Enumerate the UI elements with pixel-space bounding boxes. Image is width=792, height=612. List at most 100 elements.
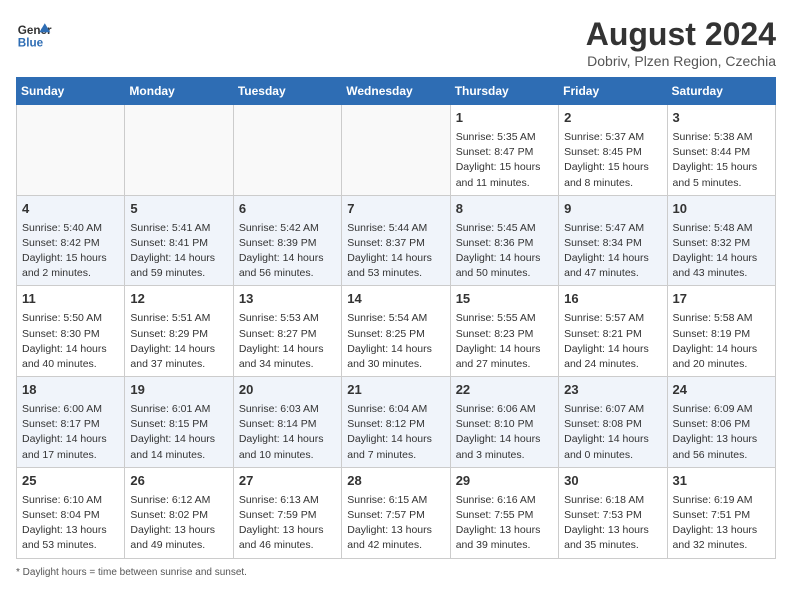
day-header-saturday: Saturday <box>667 78 775 105</box>
calendar-cell: 4 Sunrise: 5:40 AMSunset: 8:42 PMDaylight… <box>17 195 125 286</box>
day-header-sunday: Sunday <box>17 78 125 105</box>
day-number: 6 <box>239 200 336 219</box>
logo-icon: General Blue <box>16 16 52 52</box>
day-number: 30 <box>564 472 661 491</box>
calendar-cell: 16 Sunrise: 5:57 AMSunset: 8:21 PMDayligh… <box>559 286 667 377</box>
day-number: 28 <box>347 472 444 491</box>
calendar-cell: 14 Sunrise: 5:54 AMSunset: 8:25 PMDayligh… <box>342 286 450 377</box>
day-info: Sunrise: 5:37 AMSunset: 8:45 PMDaylight:… <box>564 131 649 189</box>
day-info: Sunrise: 6:07 AMSunset: 8:08 PMDaylight:… <box>564 403 649 461</box>
day-info: Sunrise: 5:55 AMSunset: 8:23 PMDaylight:… <box>456 312 541 370</box>
week-row-3: 11 Sunrise: 5:50 AMSunset: 8:30 PMDayligh… <box>17 286 776 377</box>
day-info: Sunrise: 5:58 AMSunset: 8:19 PMDaylight:… <box>673 312 758 370</box>
day-number: 3 <box>673 109 770 128</box>
day-number: 2 <box>564 109 661 128</box>
calendar-cell: 25 Sunrise: 6:10 AMSunset: 8:04 PMDayligh… <box>17 467 125 558</box>
day-info: Sunrise: 6:10 AMSunset: 8:04 PMDaylight:… <box>22 494 107 552</box>
day-number: 23 <box>564 381 661 400</box>
day-info: Sunrise: 6:16 AMSunset: 7:55 PMDaylight:… <box>456 494 541 552</box>
calendar-cell: 29 Sunrise: 6:16 AMSunset: 7:55 PMDayligh… <box>450 467 558 558</box>
day-info: Sunrise: 5:48 AMSunset: 8:32 PMDaylight:… <box>673 222 758 280</box>
day-number: 19 <box>130 381 227 400</box>
day-number: 22 <box>456 381 553 400</box>
calendar-cell: 15 Sunrise: 5:55 AMSunset: 8:23 PMDayligh… <box>450 286 558 377</box>
calendar-cell: 22Sunrise: 6:06 AMSunset: 8:10 PMDayligh… <box>450 377 558 468</box>
calendar-table: SundayMondayTuesdayWednesdayThursdayFrid… <box>16 77 776 559</box>
day-info: Sunrise: 5:45 AMSunset: 8:36 PMDaylight:… <box>456 222 541 280</box>
day-info: Sunrise: 6:03 AMSunset: 8:14 PMDaylight:… <box>239 403 324 461</box>
calendar-cell: 5Sunrise: 5:41 AMSunset: 8:41 PMDaylight… <box>125 195 233 286</box>
day-info: Sunrise: 5:54 AMSunset: 8:25 PMDaylight:… <box>347 312 432 370</box>
calendar-cell: 17 Sunrise: 5:58 AMSunset: 8:19 PMDayligh… <box>667 286 775 377</box>
day-number: 10 <box>673 200 770 219</box>
footer-note: * Daylight hours = time between sunrise … <box>16 567 776 578</box>
month-year: August 2024 <box>586 16 776 53</box>
day-info: Sunrise: 6:18 AMSunset: 7:53 PMDaylight:… <box>564 494 649 552</box>
title-block: August 2024 Dobriv, Plzen Region, Czechi… <box>586 16 776 69</box>
day-number: 11 <box>22 290 119 309</box>
calendar-cell: 9 Sunrise: 5:47 AMSunset: 8:34 PMDaylight… <box>559 195 667 286</box>
day-info: Sunrise: 6:13 AMSunset: 7:59 PMDaylight:… <box>239 494 324 552</box>
day-number: 4 <box>22 200 119 219</box>
calendar-cell: 18 Sunrise: 6:00 AMSunset: 8:17 PMDayligh… <box>17 377 125 468</box>
day-number: 17 <box>673 290 770 309</box>
week-row-1: 1Sunrise: 5:35 AMSunset: 8:47 PMDaylight… <box>17 105 776 196</box>
day-header-wednesday: Wednesday <box>342 78 450 105</box>
calendar-cell: 13 Sunrise: 5:53 AMSunset: 8:27 PMDayligh… <box>233 286 341 377</box>
day-info: Sunrise: 6:04 AMSunset: 8:12 PMDaylight:… <box>347 403 432 461</box>
calendar-cell: 24Sunrise: 6:09 AMSunset: 8:06 PMDayligh… <box>667 377 775 468</box>
day-number: 8 <box>456 200 553 219</box>
calendar-cell: 27 Sunrise: 6:13 AMSunset: 7:59 PMDayligh… <box>233 467 341 558</box>
day-info: Sunrise: 5:40 AMSunset: 8:42 PMDaylight:… <box>22 222 107 280</box>
calendar-cell <box>233 105 341 196</box>
day-number: 27 <box>239 472 336 491</box>
calendar-cell: 21 Sunrise: 6:04 AMSunset: 8:12 PMDayligh… <box>342 377 450 468</box>
day-info: Sunrise: 5:47 AMSunset: 8:34 PMDaylight:… <box>564 222 649 280</box>
day-number: 16 <box>564 290 661 309</box>
calendar-cell: 6Sunrise: 5:42 AMSunset: 8:39 PMDaylight… <box>233 195 341 286</box>
day-header-thursday: Thursday <box>450 78 558 105</box>
calendar-cell: 2 Sunrise: 5:37 AMSunset: 8:45 PMDaylight… <box>559 105 667 196</box>
day-info: Sunrise: 5:53 AMSunset: 8:27 PMDaylight:… <box>239 312 324 370</box>
day-info: Sunrise: 5:50 AMSunset: 8:30 PMDaylight:… <box>22 312 107 370</box>
day-header-friday: Friday <box>559 78 667 105</box>
day-info: Sunrise: 5:57 AMSunset: 8:21 PMDaylight:… <box>564 312 649 370</box>
calendar-cell: 23 Sunrise: 6:07 AMSunset: 8:08 PMDayligh… <box>559 377 667 468</box>
calendar-cell: 19 Sunrise: 6:01 AMSunset: 8:15 PMDayligh… <box>125 377 233 468</box>
calendar-cell: 10 Sunrise: 5:48 AMSunset: 8:32 PMDayligh… <box>667 195 775 286</box>
calendar-cell: 26 Sunrise: 6:12 AMSunset: 8:02 PMDayligh… <box>125 467 233 558</box>
day-info: Sunrise: 6:00 AMSunset: 8:17 PMDaylight:… <box>22 403 107 461</box>
calendar-cell: 28Sunrise: 6:15 AMSunset: 7:57 PMDayligh… <box>342 467 450 558</box>
day-number: 21 <box>347 381 444 400</box>
week-row-4: 18 Sunrise: 6:00 AMSunset: 8:17 PMDayligh… <box>17 377 776 468</box>
day-header-tuesday: Tuesday <box>233 78 341 105</box>
day-number: 29 <box>456 472 553 491</box>
logo: General Blue <box>16 16 52 52</box>
location: Dobriv, Plzen Region, Czechia <box>586 53 776 69</box>
day-number: 25 <box>22 472 119 491</box>
day-number: 12 <box>130 290 227 309</box>
day-number: 18 <box>22 381 119 400</box>
day-number: 9 <box>564 200 661 219</box>
day-info: Sunrise: 6:09 AMSunset: 8:06 PMDaylight:… <box>673 403 758 461</box>
day-number: 13 <box>239 290 336 309</box>
day-number: 26 <box>130 472 227 491</box>
day-number: 14 <box>347 290 444 309</box>
calendar-cell: 20 Sunrise: 6:03 AMSunset: 8:14 PMDayligh… <box>233 377 341 468</box>
day-info: Sunrise: 6:12 AMSunset: 8:02 PMDaylight:… <box>130 494 215 552</box>
calendar-cell <box>17 105 125 196</box>
day-number: 20 <box>239 381 336 400</box>
calendar-cell: 12Sunrise: 5:51 AMSunset: 8:29 PMDayligh… <box>125 286 233 377</box>
calendar-cell: 7 Sunrise: 5:44 AMSunset: 8:37 PMDaylight… <box>342 195 450 286</box>
day-header-monday: Monday <box>125 78 233 105</box>
day-number: 7 <box>347 200 444 219</box>
day-number: 31 <box>673 472 770 491</box>
calendar-cell: 1Sunrise: 5:35 AMSunset: 8:47 PMDaylight… <box>450 105 558 196</box>
day-info: Sunrise: 5:44 AMSunset: 8:37 PMDaylight:… <box>347 222 432 280</box>
calendar-cell: 11 Sunrise: 5:50 AMSunset: 8:30 PMDayligh… <box>17 286 125 377</box>
calendar-cell: 8 Sunrise: 5:45 AMSunset: 8:36 PMDaylight… <box>450 195 558 286</box>
day-number: 15 <box>456 290 553 309</box>
day-info: Sunrise: 6:01 AMSunset: 8:15 PMDaylight:… <box>130 403 215 461</box>
week-row-2: 4 Sunrise: 5:40 AMSunset: 8:42 PMDaylight… <box>17 195 776 286</box>
calendar-cell: 30 Sunrise: 6:18 AMSunset: 7:53 PMDayligh… <box>559 467 667 558</box>
